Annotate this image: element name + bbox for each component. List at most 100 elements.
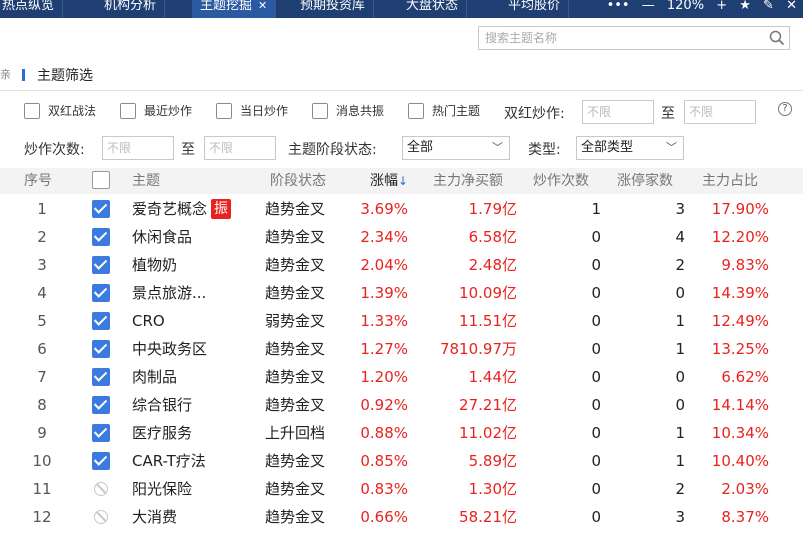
col-theme[interactable]: 主题 <box>132 168 160 194</box>
row-checkbox-disabled-icon[interactable] <box>94 482 108 496</box>
search-input[interactable] <box>479 27 759 49</box>
checkbox-box[interactable] <box>216 102 232 119</box>
tab-institution-analysis[interactable]: 机构分析 <box>96 0 166 18</box>
hype-count-label: 炒作次数: <box>24 142 85 158</box>
row-checkbox-checked[interactable] <box>92 424 110 442</box>
tab-label: 平均股价 <box>508 0 561 13</box>
theme-name-cell[interactable]: 肉制品 <box>132 363 177 391</box>
stage-cell: 趋势金叉 <box>265 256 326 274</box>
limit-up-cell: 1 <box>675 424 685 442</box>
col-limit-up[interactable]: 涨停家数 <box>617 168 673 194</box>
today-hype-checkbox[interactable]: 当日炒作 <box>216 102 288 119</box>
tab-average-price[interactable]: 平均股价 <box>500 0 570 18</box>
edit-icon[interactable]: ✎ <box>763 0 774 13</box>
stage-status-label: 主题阶段状态: <box>288 142 377 158</box>
hype-count-to-input[interactable] <box>205 137 275 159</box>
close-tab-icon[interactable]: ✕ <box>258 0 267 12</box>
table-row[interactable]: 3 植物奶 趋势金叉 2.04% 2.48亿 0 2 9.83% <box>0 251 803 279</box>
hype-count-from-input[interactable] <box>103 137 173 159</box>
stage-cell: 弱势金叉 <box>265 312 326 330</box>
theme-name-cell[interactable]: 综合银行 <box>132 391 192 419</box>
table-row[interactable]: 12 大消费 趋势金叉 0.66% 58.21亿 0 3 8.37% <box>0 503 803 531</box>
change-cell: 2.34% <box>360 228 408 246</box>
row-checkbox-checked[interactable] <box>92 200 110 218</box>
stage-cell: 趋势金叉 <box>265 452 326 470</box>
net-buy-cell: 1.79亿 <box>468 200 517 218</box>
news-resonance-checkbox[interactable]: 消息共振 <box>312 102 384 119</box>
row-checkbox-checked[interactable] <box>92 228 110 246</box>
row-checkbox-checked[interactable] <box>92 284 110 302</box>
net-buy-cell: 7810.97万 <box>439 340 517 358</box>
hype-count-cell: 0 <box>591 256 601 274</box>
table-row[interactable]: 7 肉制品 趋势金叉 1.20% 1.44亿 0 0 6.62% <box>0 363 803 391</box>
col-ratio[interactable]: 主力占比 <box>702 168 758 194</box>
close-icon[interactable]: ✕ <box>786 0 797 13</box>
double-red-to-input[interactable] <box>685 101 755 123</box>
row-checkbox-checked[interactable] <box>92 452 110 470</box>
col-index[interactable]: 序号 <box>24 168 52 194</box>
table-row[interactable]: 4 景点旅游... 趋势金叉 1.39% 10.09亿 0 0 14.39% <box>0 279 803 307</box>
table-row[interactable]: 9 医疗服务 上升回档 0.88% 11.02亿 0 1 10.34% <box>0 419 803 447</box>
theme-name-cell[interactable]: CRO <box>132 307 165 335</box>
tab-hot-overview[interactable]: 热点纵览 <box>0 0 64 18</box>
tab-expected-investment[interactable]: 预期投资库 <box>292 0 375 18</box>
row-checkbox-checked[interactable] <box>92 340 110 358</box>
table-row[interactable]: 10 CAR-T疗法 趋势金叉 0.85% 5.89亿 0 1 10.40% <box>0 447 803 475</box>
table-row[interactable]: 5 CRO 弱势金叉 1.33% 11.51亿 0 1 12.49% <box>0 307 803 335</box>
star-icon[interactable]: ★ <box>739 0 751 13</box>
table-row[interactable]: 8 综合银行 趋势金叉 0.92% 27.21亿 0 0 14.14% <box>0 391 803 419</box>
collapsed-panel-edge[interactable]: 亲 <box>0 66 11 82</box>
hot-theme-checkbox[interactable]: 热门主题 <box>408 102 480 119</box>
row-checkbox-checked[interactable] <box>92 312 110 330</box>
net-buy-cell: 6.58亿 <box>468 228 517 246</box>
double-red-from-input[interactable] <box>583 101 653 123</box>
table-row[interactable]: 6 中央政务区 趋势金叉 1.27% 7810.97万 0 1 13.25% <box>0 335 803 363</box>
col-net-buy[interactable]: 主力净买额 <box>433 168 503 194</box>
row-checkbox-disabled-icon[interactable] <box>94 510 108 524</box>
tab-market-status[interactable]: 大盘状态 <box>398 0 468 18</box>
stage-cell: 趋势金叉 <box>265 228 326 246</box>
recent-hype-checkbox[interactable]: 最近炒作 <box>120 102 192 119</box>
zoom-out-icon[interactable]: — <box>642 0 655 13</box>
ratio-cell: 8.37% <box>721 508 769 526</box>
double-red-strategy-checkbox[interactable]: 双红战法 <box>24 102 96 119</box>
change-cell: 1.39% <box>360 284 408 302</box>
table-row[interactable]: 2 休闲食品 趋势金叉 2.34% 6.58亿 0 4 12.20% <box>0 223 803 251</box>
theme-name-cell[interactable]: 植物奶 <box>132 251 177 279</box>
ratio-cell: 17.90% <box>711 200 769 218</box>
stage-cell: 趋势金叉 <box>265 480 326 498</box>
zoom-in-icon[interactable]: + <box>716 0 727 13</box>
theme-name-cell[interactable]: 爱奇艺概念振 <box>132 195 232 223</box>
col-change-sorted[interactable]: 涨幅↓ <box>370 168 408 194</box>
search-icon[interactable] <box>769 30 785 46</box>
ratio-cell: 6.62% <box>721 368 769 386</box>
checkbox-box[interactable] <box>312 102 328 119</box>
double-red-from-field <box>582 100 654 124</box>
stage-status-select[interactable]: 全部 ﹀ <box>402 136 510 160</box>
theme-name-cell[interactable]: CAR-T疗法 <box>132 447 206 475</box>
table-row[interactable]: 11 阳光保险 趋势金叉 0.83% 1.30亿 0 2 2.03% <box>0 475 803 503</box>
checkbox-box[interactable] <box>408 102 424 119</box>
row-index: 10 <box>32 452 52 470</box>
theme-name-cell[interactable]: 医疗服务 <box>132 419 192 447</box>
row-checkbox-checked[interactable] <box>92 396 110 414</box>
checkbox-box[interactable] <box>24 102 40 119</box>
theme-name: 爱奇艺概念 <box>132 200 208 218</box>
theme-name-cell[interactable]: 景点旅游... <box>132 279 206 307</box>
col-stage[interactable]: 阶段状态 <box>270 168 326 194</box>
theme-name-cell[interactable]: 大消费 <box>132 503 177 531</box>
theme-name-cell[interactable]: 休闲食品 <box>132 223 192 251</box>
col-hype-count[interactable]: 炒作次数 <box>533 168 589 194</box>
row-checkbox-checked[interactable] <box>92 256 110 274</box>
select-all-checkbox[interactable] <box>92 171 110 189</box>
type-select[interactable]: 全部类型 ﹀ <box>576 136 684 160</box>
theme-name-cell[interactable]: 阳光保险 <box>132 475 192 503</box>
row-index: 1 <box>37 200 47 218</box>
theme-name-cell[interactable]: 中央政务区 <box>132 335 207 363</box>
help-icon[interactable]: ? <box>778 102 792 116</box>
table-row[interactable]: 1 爱奇艺概念振 趋势金叉 3.69% 1.79亿 1 3 17.90% <box>0 195 803 223</box>
row-checkbox-checked[interactable] <box>92 368 110 386</box>
tab-theme-mining[interactable]: 主题挖掘 ✕ <box>192 0 277 18</box>
checkbox-box[interactable] <box>120 102 136 119</box>
more-icon[interactable]: ••• <box>607 0 630 13</box>
